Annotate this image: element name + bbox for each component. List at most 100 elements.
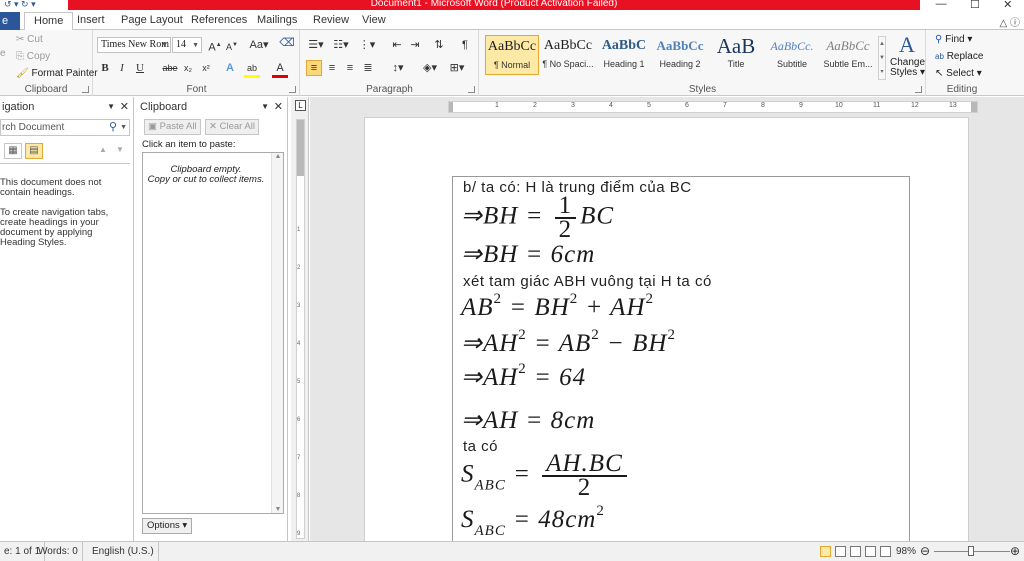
search-document-input[interactable]: rch Document ⚲ ▼ bbox=[0, 119, 130, 136]
chevron-down-icon[interactable]: ▼ bbox=[120, 120, 127, 135]
paste-button[interactable]: e bbox=[0, 48, 6, 59]
underline-button[interactable]: U bbox=[132, 61, 148, 75]
ribbon-minimize-help[interactable]: △ ⓘ bbox=[1000, 14, 1020, 29]
word-count[interactable]: Words: 0 bbox=[34, 542, 83, 561]
tab-review[interactable]: Review bbox=[313, 13, 349, 30]
highlight-button[interactable]: ab bbox=[244, 61, 260, 78]
zoom-in-icon[interactable]: ⊕ bbox=[1010, 542, 1020, 561]
style-subtitle[interactable]: AaBbCc. Subtitle bbox=[765, 35, 819, 75]
scroll-up-icon[interactable]: ▲ bbox=[272, 153, 284, 160]
next-arrow-icon[interactable]: ▼ bbox=[116, 145, 124, 154]
web-layout-view-icon[interactable] bbox=[850, 546, 861, 557]
horizontal-ruler[interactable]: 1 2 3 4 5 6 7 8 9 10 11 12 13 bbox=[448, 101, 978, 113]
grow-font-button[interactable]: A▲ bbox=[207, 38, 223, 55]
scroll-down-icon[interactable]: ▼ bbox=[272, 506, 284, 513]
tab-insert[interactable]: Insert bbox=[77, 13, 105, 30]
quick-access-toolbar[interactable]: ↺ ▾ ↻ ▾ bbox=[0, 0, 68, 10]
equation-line[interactable]: ⇒AH2 = AB2 − BH2 bbox=[461, 327, 676, 358]
close-icon[interactable]: ✕ bbox=[274, 97, 283, 117]
style-heading-1[interactable]: AaBbC Heading 1 bbox=[597, 35, 651, 75]
subscript-button[interactable]: x₂ bbox=[180, 61, 196, 75]
document-page[interactable]: b/ ta có: H là trung điểm của BC ⇒BH = 1… bbox=[364, 117, 969, 541]
document-line[interactable]: b/ ta có: H là trung điểm của BC bbox=[463, 179, 692, 196]
equation-line[interactable]: AB2 = BH2 + AH2 bbox=[461, 291, 654, 322]
shading-icon[interactable]: ◈▾ bbox=[419, 61, 441, 75]
equation-line[interactable]: ⇒AH = 8cm bbox=[461, 405, 595, 435]
font-color-button[interactable]: A bbox=[272, 61, 288, 78]
select-button[interactable]: ↖ Select ▾ bbox=[935, 68, 982, 79]
pane-menu-icon[interactable]: ▼ bbox=[261, 97, 269, 117]
font-family-select[interactable]: Times New Rom ▼ bbox=[97, 37, 171, 53]
style-normal[interactable]: AaBbCc ¶ Normal bbox=[485, 35, 539, 75]
align-center-icon[interactable]: ≡ bbox=[324, 61, 340, 75]
font-size-select[interactable]: 14 ▼ bbox=[172, 37, 202, 53]
zoom-slider-thumb[interactable] bbox=[968, 546, 975, 556]
font-launcher[interactable] bbox=[289, 86, 296, 93]
increase-indent-icon[interactable]: ⇥ bbox=[407, 38, 423, 52]
equation-line[interactable]: ⇒BH = 6cm bbox=[461, 239, 595, 269]
justify-icon[interactable]: ≣ bbox=[360, 61, 376, 75]
clipboard-scrollbar[interactable]: ▲ ▼ bbox=[271, 153, 283, 513]
zoom-level[interactable]: 98% bbox=[896, 542, 916, 561]
replace-button[interactable]: ab Replace bbox=[935, 51, 983, 62]
close-icon[interactable]: ✕ bbox=[120, 97, 129, 117]
cut-button[interactable]: ✂ Cut bbox=[16, 34, 43, 45]
tab-page-layout[interactable]: Page Layout bbox=[121, 13, 183, 30]
equation-line[interactable]: SABC = AH.BC 2 bbox=[461, 451, 631, 500]
format-painter-button[interactable]: 🖌 Format Painter bbox=[16, 68, 98, 79]
styles-gallery-scroll[interactable]: ▲ ▼ ▾ bbox=[878, 36, 886, 80]
style-subtle-emphasis[interactable]: AaBbCc Subtle Em... bbox=[821, 35, 875, 75]
pane-menu-icon[interactable]: ▼ bbox=[107, 97, 115, 117]
print-layout-view-icon[interactable] bbox=[820, 546, 831, 557]
style-title[interactable]: AaB Title bbox=[709, 35, 763, 75]
change-styles-button[interactable]: A Change Styles ▾ bbox=[890, 32, 925, 78]
align-left-icon[interactable]: ≡ bbox=[306, 60, 322, 76]
copy-button[interactable]: ⎘ Copy bbox=[16, 51, 50, 62]
line-spacing-icon[interactable]: ↕▾ bbox=[387, 61, 409, 75]
equation-line[interactable]: ⇒BH = 1 2 BC bbox=[461, 193, 614, 242]
tab-mailings[interactable]: Mailings bbox=[257, 13, 297, 30]
change-case-button[interactable]: Aa▾ bbox=[248, 38, 270, 52]
multilevel-list-icon[interactable]: ⋮▾ bbox=[357, 38, 377, 52]
bold-button[interactable]: B bbox=[97, 61, 113, 75]
equation-line[interactable]: SABC = 48cm2 bbox=[461, 503, 605, 540]
browse-pages-icon[interactable]: ▦ bbox=[4, 143, 22, 159]
clear-all-button[interactable]: ✕ Clear All bbox=[205, 119, 259, 135]
show-marks-icon[interactable]: ¶ bbox=[457, 38, 473, 52]
draft-view-icon[interactable] bbox=[880, 546, 891, 557]
bullets-icon[interactable]: ☰▾ bbox=[306, 38, 326, 52]
search-icon[interactable]: ⚲ bbox=[109, 120, 117, 135]
zoom-out-icon[interactable]: ⊖ bbox=[920, 542, 930, 561]
paste-all-button[interactable]: ▣ Paste All bbox=[144, 119, 201, 135]
maximize-icon[interactable]: ☐ bbox=[970, 0, 980, 11]
tab-references[interactable]: References bbox=[191, 13, 247, 30]
paragraph-launcher[interactable] bbox=[468, 86, 475, 93]
borders-icon[interactable]: ⊞▾ bbox=[446, 61, 468, 75]
document-line[interactable]: xét tam giác ABH vuông tại H ta có bbox=[463, 273, 712, 290]
tab-file[interactable]: e bbox=[0, 12, 20, 30]
styles-launcher[interactable] bbox=[915, 86, 922, 93]
previous-arrow-icon[interactable]: ▲ bbox=[99, 145, 107, 154]
full-screen-reading-view-icon[interactable] bbox=[835, 546, 846, 557]
tab-view[interactable]: View bbox=[362, 13, 386, 30]
language-indicator[interactable]: English (U.S.) bbox=[88, 542, 159, 561]
tab-selector-icon[interactable]: L bbox=[295, 100, 306, 111]
find-button[interactable]: ⚲ Find ▾ bbox=[935, 34, 972, 45]
vertical-ruler-strip[interactable] bbox=[296, 119, 305, 539]
document-area[interactable]: 1 2 3 4 5 6 7 8 9 10 11 12 13 b/ ta có: … bbox=[310, 97, 1024, 541]
options-button[interactable]: Options ▾ bbox=[142, 518, 193, 534]
equation-line[interactable]: ⇒AH2 = 64 bbox=[461, 361, 586, 392]
minimize-icon[interactable]: — bbox=[936, 0, 947, 10]
numbering-icon[interactable]: ☷▾ bbox=[331, 38, 351, 52]
decrease-indent-icon[interactable]: ⇤ bbox=[389, 38, 405, 52]
style-no-spacing[interactable]: AaBbCc ¶ No Spaci... bbox=[541, 35, 595, 75]
clipboard-launcher[interactable] bbox=[82, 86, 89, 93]
browse-results-icon[interactable]: ▤ bbox=[25, 143, 43, 159]
sort-icon[interactable]: ⇅ bbox=[431, 38, 447, 52]
text-effects-button[interactable]: A bbox=[222, 61, 238, 75]
equation-text-box[interactable]: b/ ta có: H là trung điểm của BC ⇒BH = 1… bbox=[452, 176, 910, 541]
clear-formatting-icon[interactable]: ⌫ bbox=[279, 36, 295, 50]
italic-button[interactable]: I bbox=[114, 61, 130, 75]
strikethrough-button[interactable]: abe bbox=[160, 61, 180, 75]
clipboard-item-list[interactable]: Clipboard empty. Copy or cut to collect … bbox=[142, 152, 284, 514]
